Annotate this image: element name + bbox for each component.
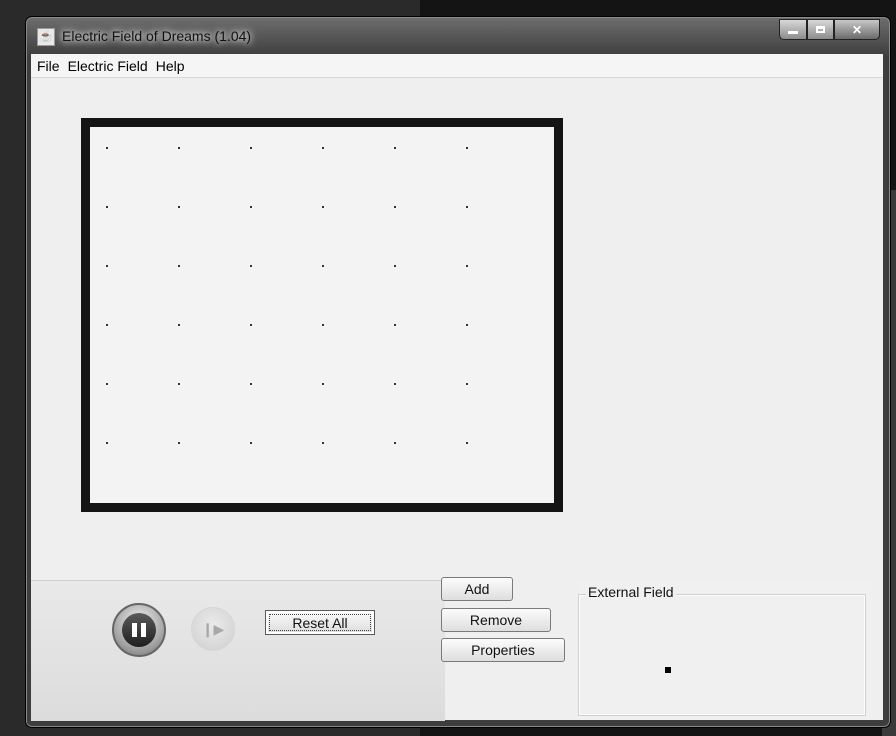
field-grid-point — [250, 206, 252, 208]
step-icon: ❙▶ — [201, 620, 225, 637]
external-field-label: External Field — [586, 584, 676, 600]
pause-button[interactable] — [112, 603, 166, 657]
field-grid-point — [322, 265, 324, 267]
field-grid-point — [178, 147, 180, 149]
maximize-button[interactable] — [807, 19, 834, 40]
java-app-icon[interactable]: ☕ — [37, 28, 55, 46]
maximize-icon — [816, 26, 825, 33]
minimize-button[interactable] — [779, 19, 807, 40]
menu-electric-field[interactable]: Electric Field — [66, 58, 154, 74]
minimize-icon — [788, 31, 798, 34]
title-bar[interactable]: ☕ Electric Field of Dreams (1.04) ✕ — [26, 17, 890, 51]
close-button[interactable]: ✕ — [834, 19, 880, 40]
field-grid-point — [466, 324, 468, 326]
add-button[interactable]: Add — [441, 577, 513, 601]
field-grid-point — [250, 383, 252, 385]
field-grid-point — [322, 383, 324, 385]
pause-icon — [122, 613, 156, 647]
field-grid-point — [250, 442, 252, 444]
playback-panel: ❙▶ Reset All — [31, 580, 445, 721]
field-grid-point — [322, 147, 324, 149]
field-grid-point — [106, 147, 108, 149]
field-grid-point — [394, 442, 396, 444]
field-grid-point — [394, 147, 396, 149]
client-area: File Electric Field Help ❙▶ Reset All Ad… — [31, 54, 883, 721]
field-grid-point — [106, 324, 108, 326]
field-grid-point — [394, 383, 396, 385]
field-grid-point — [322, 442, 324, 444]
field-grid-point — [394, 265, 396, 267]
field-grid-point — [322, 206, 324, 208]
field-grid-point — [250, 324, 252, 326]
field-grid-point — [106, 206, 108, 208]
field-grid-point — [178, 383, 180, 385]
field-grid-point — [322, 324, 324, 326]
menu-file[interactable]: File — [31, 58, 66, 74]
field-grid-point — [178, 265, 180, 267]
step-button[interactable]: ❙▶ — [191, 607, 235, 651]
properties-button[interactable]: Properties — [441, 638, 565, 662]
field-grid-point — [106, 383, 108, 385]
external-field-frame[interactable] — [578, 594, 866, 716]
field-grid-point — [106, 442, 108, 444]
electric-field-canvas[interactable] — [81, 118, 563, 512]
caption-buttons: ✕ — [779, 19, 880, 40]
close-icon: ✕ — [851, 22, 863, 37]
field-grid-point — [466, 442, 468, 444]
field-grid-point — [250, 147, 252, 149]
external-field-marker[interactable] — [665, 667, 671, 673]
window-title: Electric Field of Dreams (1.04) — [62, 28, 252, 44]
field-grid-point — [394, 324, 396, 326]
field-grid-point — [394, 206, 396, 208]
field-grid-point — [466, 265, 468, 267]
reset-all-button[interactable]: Reset All — [265, 610, 375, 635]
menu-bar: File Electric Field Help — [31, 54, 883, 78]
field-grid-point — [466, 147, 468, 149]
field-grid-point — [466, 206, 468, 208]
app-window: ☕ Electric Field of Dreams (1.04) ✕ File… — [25, 16, 891, 728]
field-grid-point — [178, 442, 180, 444]
field-grid-point — [178, 206, 180, 208]
menu-help[interactable]: Help — [154, 58, 191, 74]
field-grid-point — [178, 324, 180, 326]
remove-button[interactable]: Remove — [441, 608, 551, 632]
field-grid-point — [106, 265, 108, 267]
field-grid-point — [250, 265, 252, 267]
field-grid-point — [466, 383, 468, 385]
external-field-panel: External Field — [578, 580, 872, 720]
